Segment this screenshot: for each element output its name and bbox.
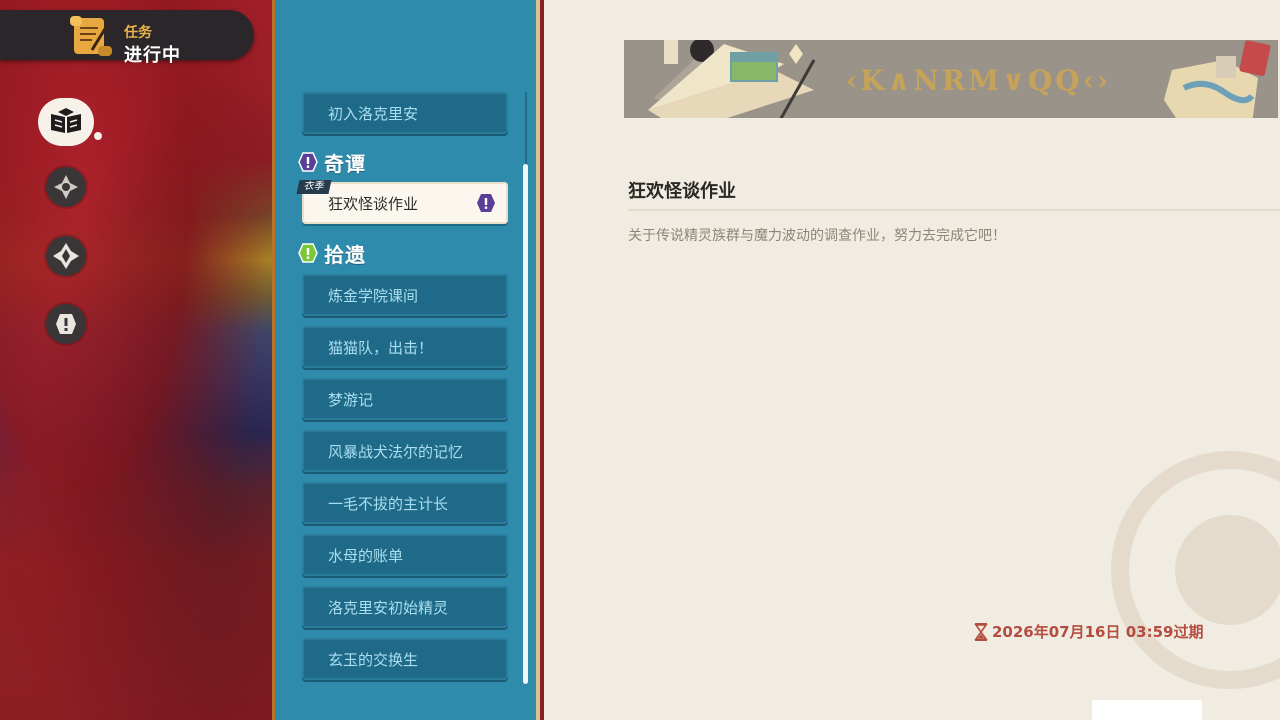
scrollbar-thumb[interactable] <box>523 164 528 684</box>
quest-item-label: 狂欢怪谈作业 <box>328 194 419 213</box>
blurred-game-background <box>0 0 272 720</box>
expiry-text: 2026年07月16日 03:59过期 <box>992 623 1204 641</box>
quest-item-label: 梦游记 <box>328 390 374 409</box>
quest-scroll-icon <box>70 16 112 56</box>
quest-status-banner[interactable]: 任务 进行中 <box>0 10 254 66</box>
section-header-shiyi: 拾遗 <box>298 240 366 267</box>
quest-item-label: 水母的账单 <box>328 546 404 565</box>
bottom-tab[interactable] <box>1092 700 1202 720</box>
quest-item-selected[interactable]: 衣季 狂欢怪谈作业 <box>296 180 508 224</box>
book-icon[interactable] <box>38 98 102 146</box>
target-glyph <box>53 243 79 269</box>
alert-icon[interactable] <box>46 304 86 344</box>
quest-item[interactable]: 洛克里安初始精灵 <box>302 586 508 628</box>
section-title: 拾遗 <box>324 242 366 267</box>
quest-item[interactable]: 猫猫队，出击！ <box>302 326 508 368</box>
section-header-qitan: 奇谭 <box>298 149 366 176</box>
quest-item[interactable]: 炼金学院课间 <box>302 274 508 316</box>
quest-item[interactable]: 玄玉的交换生 <box>302 638 508 680</box>
banner-decorative-runes: ‹K∧NRM∨QQ‹› <box>846 64 1112 97</box>
quest-item[interactable]: 初入洛克里安 <box>302 92 508 134</box>
green-alert-icon <box>298 243 318 263</box>
quest-title: 狂欢怪谈作业 <box>628 181 736 202</box>
quest-item-label: 玄玉的交换生 <box>328 650 419 669</box>
quest-item-label: 一毛不拔的主计长 <box>328 494 449 513</box>
section-title: 奇谭 <box>324 151 366 176</box>
compass-glyph <box>54 175 78 199</box>
quest-item-label: 洛克里安初始精灵 <box>328 598 449 617</box>
background-emblem-icon <box>1111 451 1280 689</box>
alert-glyph <box>56 314 76 334</box>
quest-item-label: 初入洛克里安 <box>328 104 419 123</box>
purple-alert-icon <box>477 194 495 212</box>
compass-icon[interactable] <box>46 167 86 207</box>
season-tag: 衣季 <box>296 180 332 194</box>
quest-item-label: 猫猫队，出击！ <box>328 338 434 357</box>
hourglass-icon <box>974 622 988 641</box>
quest-item[interactable]: 一毛不拔的主计长 <box>302 482 508 524</box>
quest-description: 关于传说精灵族群与魔力波动的调查作业，努力去完成它吧！ <box>628 228 1006 244</box>
purple-alert-icon <box>298 152 318 172</box>
quest-label-small: 任务 <box>124 25 152 41</box>
quest-item-label: 风暴战犬法尔的记忆 <box>328 442 464 461</box>
quest-item[interactable]: 水母的账单 <box>302 534 508 576</box>
open-book-glyph <box>51 108 81 133</box>
title-divider <box>628 209 1280 211</box>
quest-item[interactable]: 风暴战犬法尔的记忆 <box>302 430 508 472</box>
quest-item-label: 炼金学院课间 <box>328 286 419 305</box>
quest-item[interactable]: 梦游记 <box>302 378 508 420</box>
quest-label-status: 进行中 <box>124 45 181 66</box>
expiry-timestamp: 2026年07月16日 03:59过期 <box>974 621 1203 642</box>
target-icon[interactable] <box>46 236 86 276</box>
